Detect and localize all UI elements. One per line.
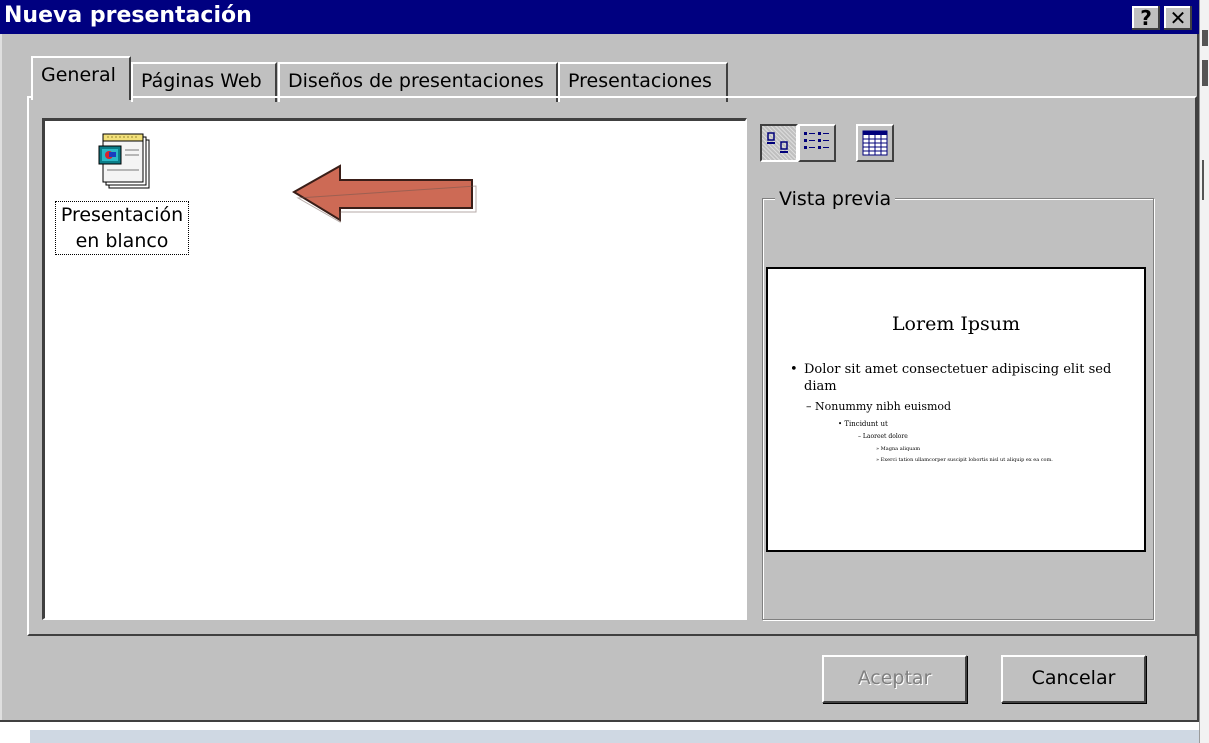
preview-bullet-level-5: » Magna aliquam	[876, 446, 921, 452]
edge-mark	[1202, 160, 1204, 200]
preview-bullet-text: Dolor sit amet consectetuer adipiscing e…	[804, 362, 1112, 394]
ok-button[interactable]: Aceptar	[822, 655, 967, 703]
bullet-icon: •	[790, 362, 798, 377]
background-window-edge	[1199, 0, 1209, 743]
presentation-document-icon[interactable]	[95, 126, 157, 192]
edge-mark	[1202, 30, 1208, 46]
close-button[interactable]: ✕	[1164, 6, 1192, 30]
template-label-line: en blanco	[75, 230, 169, 252]
tab-general[interactable]: General	[31, 56, 131, 100]
preview-label: Vista previa	[775, 187, 896, 211]
edge-mark	[1202, 60, 1208, 86]
new-presentation-dialog: Nueva presentación ? ✕ General Páginas W…	[0, 0, 1199, 722]
preview-bullet-level-1: • Dolor sit amet consectetuer adipiscing…	[790, 361, 1130, 395]
left-arrow-annotation	[292, 164, 477, 223]
slide-preview: Lorem Ipsum • Dolor sit amet consectetue…	[766, 267, 1146, 552]
list-view-icon[interactable]	[798, 124, 836, 162]
preview-slide-title: Lorem Ipsum	[891, 313, 1021, 335]
background-strip	[30, 730, 1200, 743]
details-view-icon[interactable]	[856, 124, 894, 162]
preview-bullet-level-5b: » Exerci tation ullamcorper suscipit lob…	[876, 457, 1053, 463]
dialog-title: Nueva presentación	[4, 3, 252, 28]
preview-bullet-level-3: • Tincidunt ut	[838, 420, 888, 428]
template-label-line: Presentación	[60, 204, 184, 226]
template-label-blank-presentation[interactable]: Presentación en blanco	[55, 201, 189, 255]
help-button[interactable]: ?	[1132, 6, 1160, 30]
preview-bullet-level-4: – Laoreet dolore	[858, 433, 908, 440]
cancel-button[interactable]: Cancelar	[1001, 655, 1146, 703]
view-mode-toolbar	[760, 124, 900, 162]
large-icons-view-icon[interactable]	[760, 124, 798, 162]
title-bar[interactable]: Nueva presentación ? ✕	[0, 0, 1199, 34]
preview-bullet-level-2: – Nonummy nibh euismod	[806, 400, 952, 413]
